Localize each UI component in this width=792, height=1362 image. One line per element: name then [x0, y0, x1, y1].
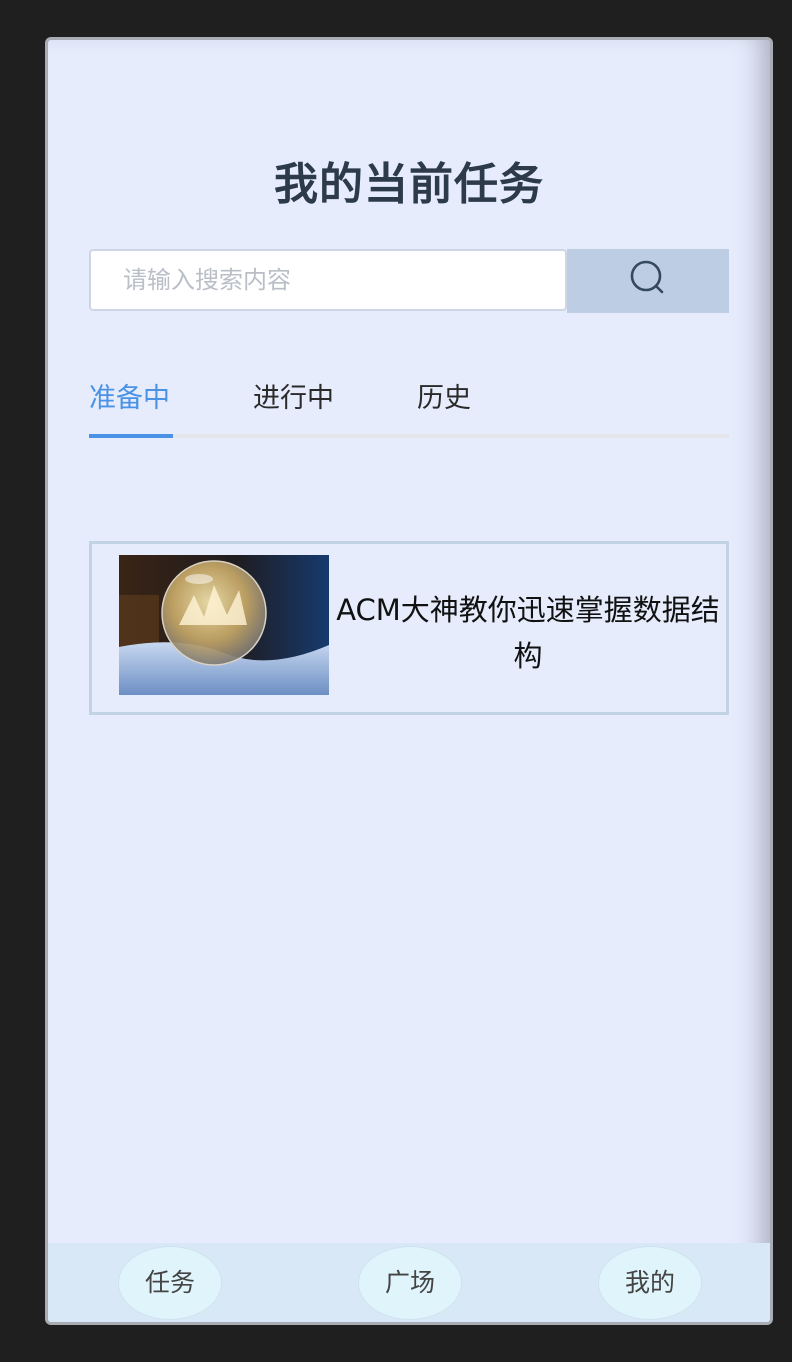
nav-mine-button[interactable]: 我的 [598, 1246, 702, 1320]
task-card[interactable]: ACM大神教你迅速掌握数据结构 [89, 541, 729, 715]
nav-square-button[interactable]: 广场 [358, 1246, 462, 1320]
active-tab-indicator [89, 434, 173, 438]
search-input[interactable] [89, 249, 567, 311]
nav-tasks-button[interactable]: 任务 [118, 1246, 222, 1320]
search-button[interactable] [567, 249, 729, 313]
task-title: ACM大神教你迅速掌握数据结构 [336, 593, 720, 673]
search-bar [89, 249, 729, 313]
tab-history[interactable]: 历史 [417, 376, 471, 434]
task-thumbnail [119, 555, 329, 695]
app-window: 我的当前任务 准备中 进行中 历史 [45, 37, 773, 1325]
search-icon [630, 260, 664, 294]
bottom-nav: 任务 广场 我的 [48, 1243, 770, 1322]
page-title: 我的当前任务 [274, 159, 544, 210]
tabs-divider [89, 434, 729, 438]
task-tabs: 准备中 进行中 历史 [89, 370, 729, 438]
tab-preparing[interactable]: 准备中 [89, 376, 170, 434]
tab-in-progress[interactable]: 进行中 [253, 376, 334, 434]
